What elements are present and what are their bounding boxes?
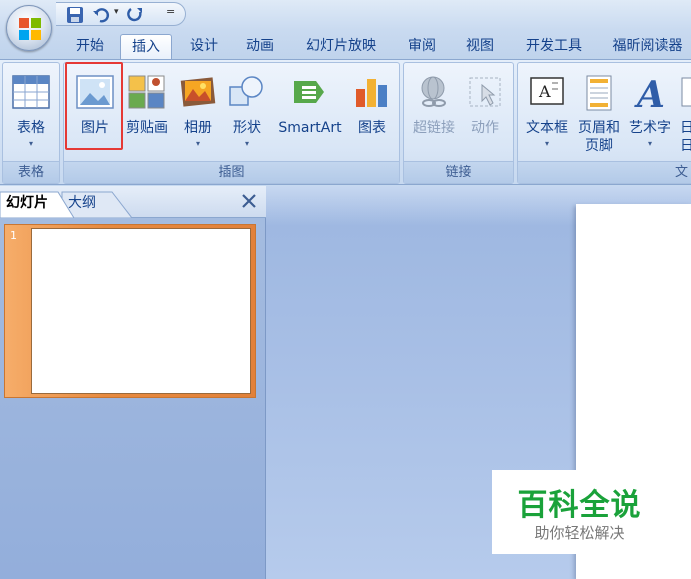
date-time-button-label-line2: 日 bbox=[680, 138, 691, 154]
photo-album-button-label: 相册 bbox=[184, 120, 212, 136]
photo-album-icon bbox=[180, 77, 216, 107]
tab-animation[interactable]: 动画 bbox=[238, 34, 282, 60]
hyperlink-button-label: 超链接 bbox=[413, 120, 455, 136]
chevron-down-icon: ▾ bbox=[647, 139, 652, 148]
tab-design[interactable]: 设计 bbox=[182, 34, 226, 60]
date-time-button-label: 日 bbox=[680, 120, 691, 136]
action-button-label: 动作 bbox=[471, 120, 499, 136]
group-label-illustrations: 插图 bbox=[64, 161, 399, 183]
wordart-button-label: 艺术字 bbox=[629, 120, 671, 136]
header-footer-icon bbox=[586, 75, 612, 111]
smartart-button-label: SmartArt bbox=[278, 120, 342, 136]
table-button-label: 表格 bbox=[17, 120, 45, 136]
table-button[interactable]: 表格 ▾ bbox=[3, 69, 59, 163]
textbox-button[interactable]: A 文本框 ▾ bbox=[520, 69, 574, 163]
svg-text:A: A bbox=[634, 75, 665, 111]
tab-home[interactable]: 开始 bbox=[70, 34, 110, 60]
textbox-button-label: 文本框 bbox=[526, 120, 568, 136]
chart-icon bbox=[356, 79, 387, 107]
close-icon[interactable] bbox=[240, 192, 258, 210]
clipart-button-label: 剪贴画 bbox=[126, 120, 168, 136]
tab-review[interactable]: 审阅 bbox=[400, 34, 444, 60]
group-label-table: 表格 bbox=[3, 161, 59, 183]
date-time-icon bbox=[681, 77, 691, 107]
slides-pane: 幻灯片 大纲 1 bbox=[0, 186, 266, 579]
watermark: 百科全说 助你轻松解决 bbox=[492, 470, 667, 554]
group-table: 表格 ▾ 表格 bbox=[2, 62, 60, 184]
hyperlink-icon bbox=[421, 76, 446, 107]
chart-button[interactable]: 图表 bbox=[348, 69, 396, 163]
tab-insert[interactable]: 插入 bbox=[120, 34, 172, 60]
group-text: A 文本框 ▾ 页眉和 页脚 A 艺术字 ▾ 日 日 文 bbox=[517, 62, 691, 184]
chevron-down-icon: ▾ bbox=[195, 139, 200, 148]
tab-view[interactable]: 视图 bbox=[458, 34, 502, 60]
wordart-button[interactable]: A 艺术字 ▾ bbox=[624, 69, 676, 163]
slide-thumbnail-row[interactable]: 1 bbox=[4, 224, 256, 398]
undo-icon[interactable] bbox=[92, 6, 110, 24]
slide-number: 1 bbox=[10, 229, 17, 242]
hyperlink-button[interactable]: 超链接 bbox=[406, 69, 462, 163]
tab-slideshow[interactable]: 幻灯片放映 bbox=[296, 34, 386, 60]
header-footer-button-label-line2: 页脚 bbox=[585, 138, 613, 154]
chevron-down-icon: ▾ bbox=[544, 139, 549, 148]
chevron-down-icon: ▾ bbox=[28, 139, 33, 148]
watermark-title: 百科全说 bbox=[517, 488, 642, 523]
office-button[interactable] bbox=[6, 5, 52, 51]
shapes-icon bbox=[229, 76, 263, 106]
action-button[interactable]: 动作 bbox=[460, 69, 510, 163]
tab-outline[interactable]: 大纲 bbox=[62, 191, 96, 218]
slides-pane-tabs: 幻灯片 大纲 bbox=[0, 186, 266, 218]
action-icon bbox=[469, 77, 501, 107]
header-footer-button-label: 页眉和 bbox=[578, 120, 620, 136]
tab-slides[interactable]: 幻灯片 bbox=[0, 191, 48, 218]
shapes-button[interactable]: 形状 ▾ bbox=[224, 69, 270, 163]
textbox-icon: A bbox=[530, 77, 564, 105]
smartart-icon bbox=[294, 81, 324, 103]
shapes-button-label: 形状 bbox=[233, 120, 261, 136]
group-label-text: 文 bbox=[518, 161, 691, 183]
svg-text:A: A bbox=[538, 82, 551, 101]
picture-button-highlight bbox=[65, 62, 123, 150]
watermark-subtitle: 助你轻松解决 bbox=[534, 524, 625, 542]
clipart-button[interactable]: 剪贴画 bbox=[120, 69, 174, 163]
photo-album-button[interactable]: 相册 ▾ bbox=[174, 69, 222, 163]
save-icon[interactable] bbox=[66, 6, 84, 24]
tab-foxit-reader[interactable]: 福昕阅读器 bbox=[604, 34, 691, 60]
ribbon-tab-bar: 开始 插入 设计 动画 幻灯片放映 审阅 视图 开发工具 福昕阅读器 bbox=[0, 30, 691, 60]
group-links: 超链接 动作 链接 bbox=[403, 62, 514, 184]
redo-icon[interactable] bbox=[126, 6, 144, 24]
slide-thumbnail[interactable] bbox=[31, 228, 251, 394]
clipart-icon bbox=[128, 75, 165, 109]
header-footer-button[interactable]: 页眉和 页脚 bbox=[574, 69, 624, 163]
office-logo-icon bbox=[19, 18, 41, 40]
undo-dropdown-icon[interactable]: ▾ bbox=[114, 7, 119, 25]
customize-qat-icon[interactable]: = bbox=[166, 5, 180, 23]
group-label-links: 链接 bbox=[404, 161, 513, 183]
chart-button-label: 图表 bbox=[358, 120, 386, 136]
table-icon bbox=[12, 75, 50, 109]
wordart-icon: A bbox=[634, 75, 665, 111]
date-time-button[interactable]: 日 日 bbox=[676, 69, 691, 163]
tab-developer[interactable]: 开发工具 bbox=[516, 34, 592, 60]
chevron-down-icon: ▾ bbox=[244, 139, 249, 148]
smartart-button[interactable]: SmartArt bbox=[272, 69, 348, 163]
